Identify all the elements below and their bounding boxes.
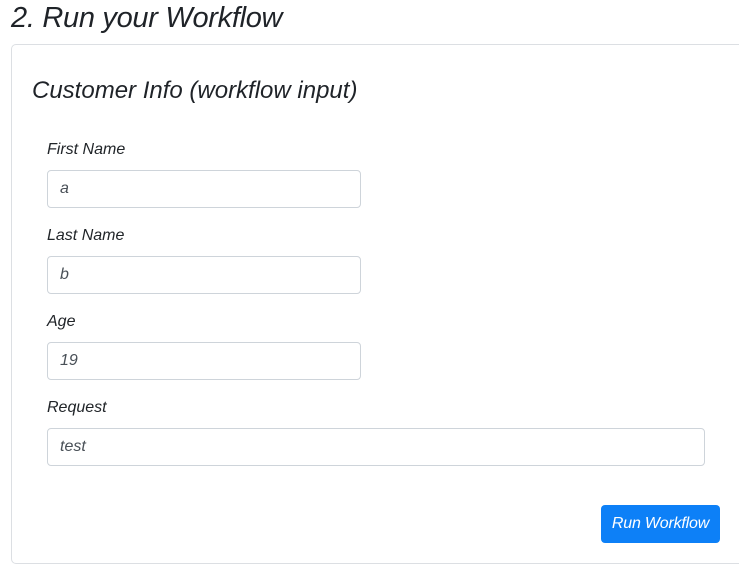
age-label: Age <box>47 313 76 330</box>
age-input[interactable] <box>47 342 361 380</box>
first-name-input[interactable] <box>47 170 361 208</box>
first-name-label: First Name <box>47 141 126 158</box>
last-name-input[interactable] <box>47 256 361 294</box>
request-label: Request <box>47 399 107 416</box>
request-input[interactable] <box>47 428 705 466</box>
page-title: 2. Run your Workflow <box>11 2 283 34</box>
customer-info-card: Customer Info (workflow input) First Nam… <box>11 44 739 564</box>
run-workflow-button[interactable]: Run Workflow <box>601 505 720 543</box>
form-title: Customer Info (workflow input) <box>32 77 358 104</box>
last-name-label: Last Name <box>47 227 125 244</box>
